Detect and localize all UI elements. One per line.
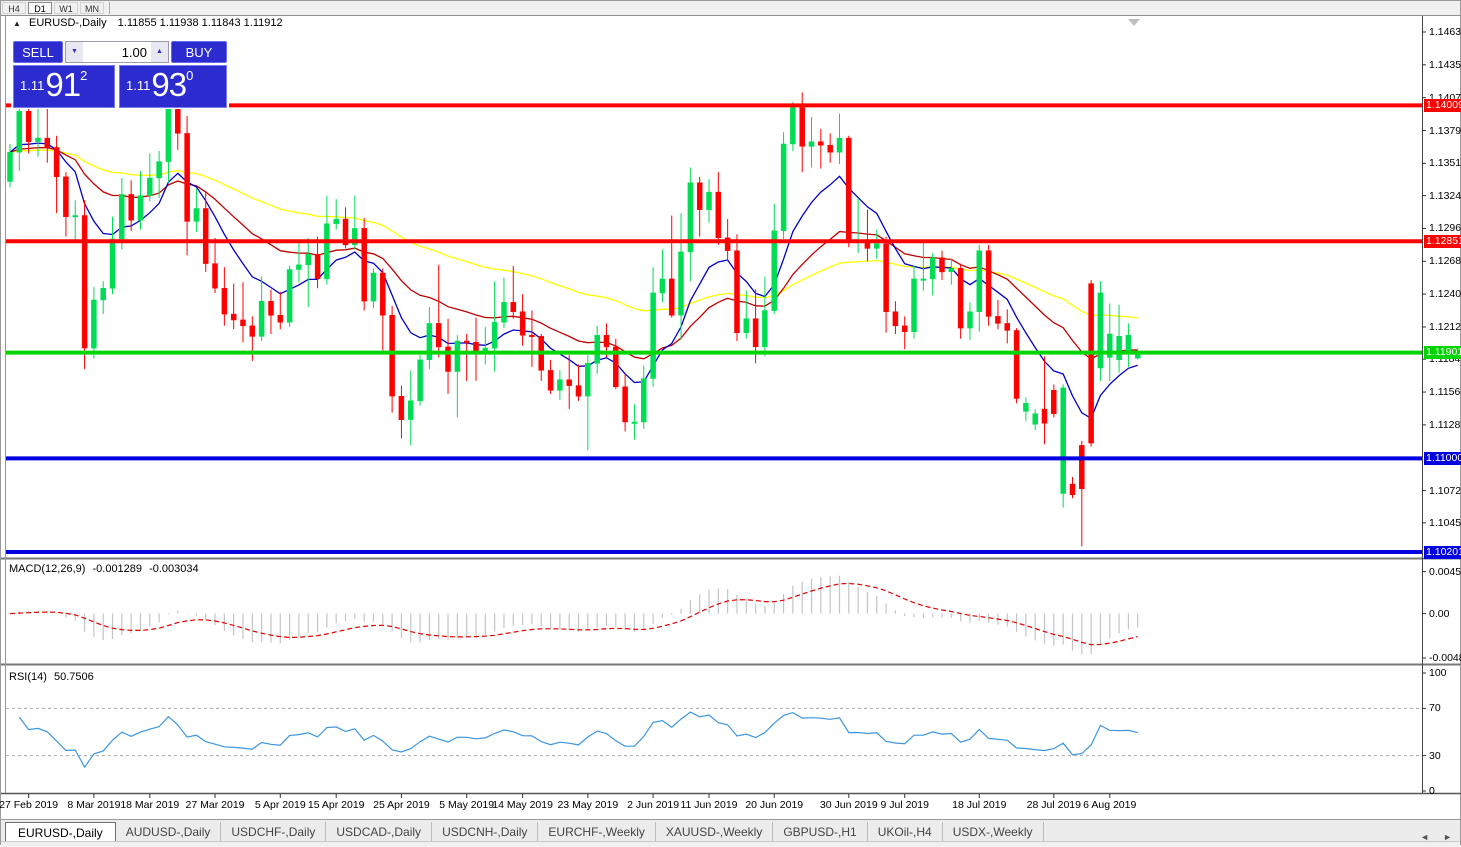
symbol-tab-eurchf-weekly[interactable]: EURCHF-,Weekly — [538, 822, 655, 842]
status-bar — [1, 841, 1460, 847]
price-axis-tick: 1.12960 — [1429, 222, 1461, 234]
price-level-tag: 1.14009 — [1424, 99, 1461, 112]
chart-plot-area[interactable] — [1, 1, 1461, 846]
chart-symbol-period: EURUSD-,Daily — [29, 17, 107, 29]
sell-price-pip-digit: 2 — [80, 68, 87, 83]
rsi-axis-tick: 70 — [1429, 702, 1441, 714]
volume-increase-icon[interactable]: ▲ — [151, 42, 168, 62]
symbol-tab-gbpusd-h1[interactable]: GBPUSD-,H1 — [773, 822, 867, 842]
volume-stepper: ▼ ▲ — [65, 41, 169, 63]
symbol-tab-xauusd-weekly[interactable]: XAUUSD-,Weekly — [656, 822, 773, 842]
symbol-tab-bar: EURUSD-,DailyAUDUSD-,DailyUSDCHF-,DailyU… — [1, 819, 1460, 842]
symbol-tab-usdchf-daily[interactable]: USDCHF-,Daily — [221, 822, 326, 842]
buy-price-prefix: 1.11 — [126, 78, 150, 93]
date-axis-label: 9 Jul 2019 — [880, 799, 928, 811]
volume-input[interactable] — [83, 42, 151, 62]
symbol-tab-eurusd-daily[interactable]: EURUSD-,Daily — [5, 822, 116, 843]
collapse-trade-panel-icon[interactable]: ▲ — [13, 19, 21, 28]
rsi-axis-tick: 0 — [1429, 785, 1435, 797]
price-axis-tick: 1.12400 — [1429, 288, 1461, 300]
price-axis-tick: 1.12680 — [1429, 255, 1461, 267]
chart-header: ▲ EURUSD-,Daily 1.11855 1.11938 1.11843 … — [13, 17, 283, 29]
buy-price-display[interactable]: 1.11930 — [119, 65, 227, 108]
price-level-tag: 1.12851 — [1424, 235, 1461, 248]
price-axis-tick: 1.11565 — [1429, 386, 1461, 398]
date-axis-label: 28 Jul 2019 — [1027, 799, 1081, 811]
sell-price-prefix: 1.11 — [20, 78, 44, 93]
date-axis-label: 18 Mar 2019 — [120, 799, 179, 811]
price-axis-tick: 1.13515 — [1429, 157, 1461, 169]
date-axis-label: 11 Jun 2019 — [680, 799, 737, 811]
symbol-tab-ukoil-h4[interactable]: UKOil-,H4 — [868, 822, 943, 842]
timeframe-button-mn[interactable]: MN — [80, 2, 104, 14]
price-axis-tick: 1.11285 — [1429, 419, 1461, 431]
date-axis-label: 14 May 2019 — [492, 799, 553, 811]
macd-axis-tick: -0.004806 — [1429, 652, 1461, 664]
symbol-tab-audusd-daily[interactable]: AUDUSD-,Daily — [116, 822, 222, 842]
macd-value-2: -0.003034 — [149, 563, 199, 575]
rsi-axis-tick: 100 — [1429, 667, 1447, 679]
date-axis-label: 23 May 2019 — [557, 799, 618, 811]
symbol-tab-usdcad-daily[interactable]: USDCAD-,Daily — [326, 822, 432, 842]
date-axis-label: 6 Aug 2019 — [1083, 799, 1136, 811]
price-axis-tick: 1.10450 — [1429, 517, 1461, 529]
sell-button[interactable]: SELL — [13, 41, 63, 63]
terminal-window: H4D1W1MN ▲ EURUSD-,Daily 1.11855 1.11938… — [0, 0, 1461, 845]
date-axis-label: 15 Apr 2019 — [308, 799, 365, 811]
date-axis-label: 30 Jun 2019 — [820, 799, 878, 811]
date-axis-label: 27 Feb 2019 — [0, 799, 58, 811]
macd-value-1: -0.001289 — [92, 563, 142, 575]
date-axis-label: 2 Jun 2019 — [627, 799, 679, 811]
price-level-tag: 1.10201 — [1424, 546, 1461, 559]
symbol-tab-usdcnh-daily[interactable]: USDCNH-,Daily — [432, 822, 538, 842]
buy-price-big-digits: 93 — [151, 66, 186, 103]
date-axis-label: 5 Apr 2019 — [255, 799, 306, 811]
timeframe-button-d1[interactable]: D1 — [28, 2, 52, 14]
date-axis-label: 18 Jul 2019 — [952, 799, 1006, 811]
rsi-axis-tick: 30 — [1429, 750, 1441, 762]
buy-button[interactable]: BUY — [171, 41, 227, 63]
timeframe-button-w1[interactable]: W1 — [54, 2, 78, 14]
sell-price-display[interactable]: 1.11912 — [13, 65, 115, 108]
timeframe-button-h4[interactable]: H4 — [2, 2, 26, 14]
volume-decrease-icon[interactable]: ▼ — [66, 42, 83, 62]
chart-ohlc-values: 1.11855 1.11938 1.11843 1.11912 — [118, 17, 283, 29]
price-axis-tick: 1.13795 — [1429, 125, 1461, 137]
macd-axis-tick: 0.004517 — [1429, 566, 1461, 578]
buy-price-pip-digit: 0 — [186, 68, 193, 83]
sell-price-big-digits: 91 — [45, 66, 80, 103]
macd-axis-tick: 0.00 — [1429, 608, 1449, 620]
macd-indicator-label: MACD(12,26,9) -0.001289 -0.003034 — [9, 563, 203, 575]
date-axis-label: 20 Jun 2019 — [745, 799, 803, 811]
date-axis-label: 25 Apr 2019 — [373, 799, 430, 811]
price-level-tag: 1.11000 — [1424, 452, 1461, 465]
price-level-tag: 1.11901 — [1424, 346, 1461, 359]
rsi-name: RSI(14) — [9, 671, 47, 683]
price-axis-tick: 1.13240 — [1429, 190, 1461, 202]
price-axis-tick: 1.14635 — [1429, 26, 1461, 38]
timeframe-toolbar: H4D1W1MN — [1, 1, 1460, 16]
toolbar-separator — [109, 2, 110, 14]
price-axis-tick: 1.14355 — [1429, 59, 1461, 71]
price-axis-tick: 1.10725 — [1429, 485, 1461, 497]
date-axis-label: 27 Mar 2019 — [186, 799, 245, 811]
price-axis-tick: 1.12120 — [1429, 321, 1461, 333]
one-click-trade-panel: SELL ▼ ▲ BUY 1.11912 1.11930 — [11, 39, 229, 109]
symbol-tab-usdx-weekly[interactable]: USDX-,Weekly — [943, 822, 1044, 842]
date-axis-label: 5 May 2019 — [439, 799, 494, 811]
macd-name: MACD(12,26,9) — [9, 563, 85, 575]
date-axis-label: 8 Mar 2019 — [67, 799, 120, 811]
rsi-indicator-label: RSI(14) 50.7506 — [9, 671, 98, 683]
rsi-value: 50.7506 — [54, 671, 94, 683]
